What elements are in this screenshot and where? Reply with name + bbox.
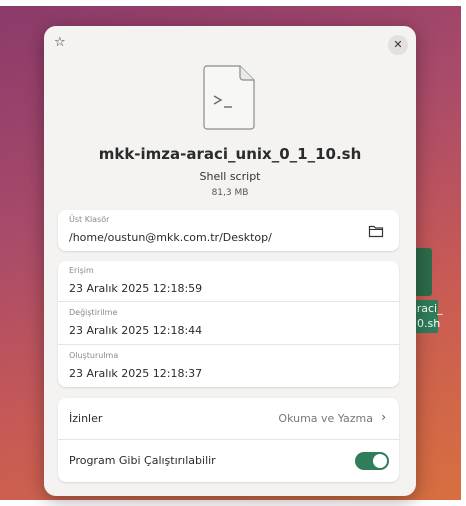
file-type: Shell script [199,170,261,183]
toggle-knob [373,454,387,468]
timestamps-card: Erişim 23 Aralık 2025 12:18:59 Değiştiri… [58,261,399,387]
created-time-row: Oluşturulma 23 Aralık 2025 12:18:37 [58,345,399,387]
shell-script-file-icon [203,65,255,130]
modified-time-value: 23 Aralık 2025 12:18:44 [69,324,203,337]
access-time-caption: Erişim [69,266,94,275]
file-name: mkk-imza-araci_unix_0_1_10.sh [98,145,362,163]
parent-folder-caption: Üst Klasör [69,215,110,224]
screenshot-border-top [0,0,466,6]
permissions-label: İzinler [69,412,103,425]
file-size: 81,3 MB [211,188,249,198]
executable-label: Program Gibi Çalıştırılabilir [69,454,216,467]
open-folder-icon[interactable] [368,224,384,238]
chevron-right-icon: › [381,410,386,424]
screenshot-border-right [461,0,466,506]
access-time-value: 23 Aralık 2025 12:18:59 [69,282,203,295]
created-time-caption: Oluşturulma [69,351,119,360]
permissions-value: Okuma ve Yazma [278,412,373,425]
screenshot-border-bottom [0,500,466,506]
permissions-row[interactable]: İzinler Okuma ve Yazma › [58,398,399,439]
permissions-card: İzinler Okuma ve Yazma › Program Gibi Ça… [58,398,399,482]
executable-toggle[interactable] [355,452,389,470]
created-time-value: 23 Aralık 2025 12:18:37 [69,367,203,380]
parent-folder-card: Üst Klasör /home/oustun@mkk.com.tr/Deskt… [58,210,399,251]
parent-folder-path: /home/oustun@mkk.com.tr/Desktop/ [69,231,272,244]
modified-time-caption: Değiştirilme [69,308,118,317]
close-button[interactable]: ✕ [388,35,408,55]
access-time-row: Erişim 23 Aralık 2025 12:18:59 [58,261,399,301]
file-properties-dialog: ☆ ✕ mkk-imza-araci_unix_0_1_10.sh Shell … [44,26,416,496]
star-icon[interactable]: ☆ [54,36,68,50]
executable-row: Program Gibi Çalıştırılabilir [58,440,399,482]
modified-time-row: Değiştirilme 23 Aralık 2025 12:18:44 [58,302,399,344]
